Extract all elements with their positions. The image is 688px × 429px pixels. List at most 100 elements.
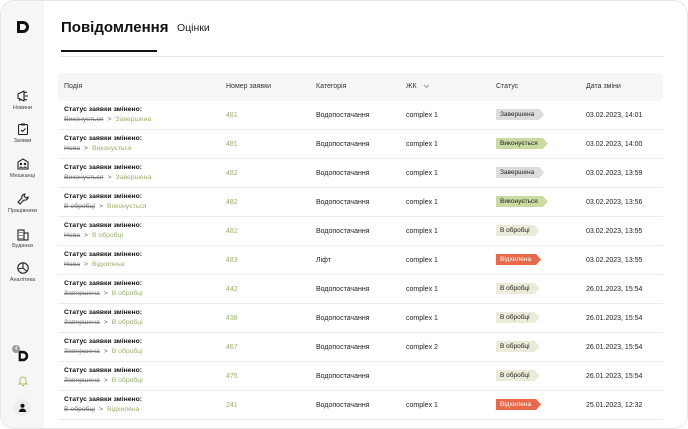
chat-button[interactable]: 4 [1, 345, 44, 363]
table-row[interactable]: Статус заявки змінено: Нова > Відхилена 483 Л… [58, 246, 663, 275]
sidebar-item-buildings[interactable]: Будинки [1, 227, 44, 250]
sidebar-item-analytics[interactable]: Аналітика [1, 261, 44, 284]
request-number-link[interactable]: 482 [226, 170, 238, 177]
zk-cell: complex 1 [406, 112, 438, 119]
notifications-button[interactable] [1, 375, 44, 387]
sidebar-item-workers[interactable]: Працівники [1, 192, 44, 215]
date-cell: 03.02.2023, 13:55 [586, 228, 643, 235]
request-number-link[interactable]: 482 [226, 199, 238, 206]
table-row[interactable]: Статус заявки змінено: Виконується > Заверш… [58, 159, 663, 188]
category-cell: Водопостачання [316, 199, 370, 206]
old-status: Завершена [64, 290, 100, 297]
new-status: Виконується [92, 145, 132, 152]
event-title: Статус заявки змінено: [64, 164, 143, 171]
old-status: Завершена [64, 319, 100, 326]
date-cell: 26.01.2023, 15:54 [586, 315, 643, 322]
status-badge: Відхилена [496, 254, 541, 265]
clipboard-icon [17, 123, 28, 136]
event-title: Статус заявки змінено: [64, 396, 143, 403]
pie-chart-icon [16, 262, 29, 274]
table-row[interactable]: Статус заявки змінено: Завершена > В обробц… [58, 275, 663, 304]
request-number-link[interactable]: 483 [226, 257, 238, 264]
old-status: Нова [64, 145, 81, 152]
arrow-separator: > [84, 145, 88, 152]
sidebar-item-label: Будинки [12, 243, 33, 249]
old-status: Завершена [64, 377, 100, 384]
status-change: Нова > Відхилена [64, 261, 124, 268]
date-cell: 03.02.2023, 14:01 [586, 112, 643, 119]
zk-cell: complex 1 [406, 402, 438, 409]
sidebar: Новини Заявки Мешканці Працівники Будинк… [1, 1, 44, 428]
request-number-link[interactable]: 475 [226, 373, 238, 380]
status-change: Завершена > В обробці [64, 348, 143, 355]
event-title: Статус заявки змінено: [64, 367, 143, 374]
arrow-separator: > [84, 232, 88, 239]
table-row[interactable]: Статус заявки змінено: Нова > В обробці 482 В… [58, 217, 663, 246]
tab-ratings[interactable]: Оцінки [177, 22, 210, 34]
sidebar-item-requests[interactable]: Заявки [1, 122, 44, 145]
category-cell: Водопостачання [316, 228, 370, 235]
event-title: Статус заявки змінено: [64, 338, 143, 345]
tab-notifications[interactable]: Повідомлення [61, 19, 168, 52]
table-row[interactable]: Статус заявки змінено: Завершена > В обробц… [58, 304, 663, 333]
zk-cell: complex 1 [406, 257, 438, 264]
request-number-link[interactable]: 241 [226, 402, 238, 409]
event-title: Статус заявки змінено: [64, 280, 143, 287]
status-badge: Відхилена [496, 399, 541, 410]
category-cell: Водопостачання [316, 170, 370, 177]
status-badge: Виконується [496, 196, 548, 207]
arrow-separator: > [107, 116, 112, 123]
new-status: Виконується [106, 203, 147, 210]
header-zk-label: ЖК [406, 83, 417, 90]
table-row[interactable]: Статус заявки змінено: Нова > Виконується 48… [58, 130, 663, 159]
zk-cell: complex 1 [406, 315, 438, 322]
event-title: Статус заявки змінено: [64, 135, 143, 142]
table-row[interactable]: Статус заявки змінено: Завершена > В обробц… [58, 362, 663, 391]
header-date: Дата зміни [586, 83, 621, 90]
arrow-separator: > [107, 174, 112, 181]
request-number-link[interactable]: 481 [226, 112, 238, 119]
category-cell: Водопостачання [316, 373, 370, 380]
date-cell: 03.02.2023, 13:55 [586, 257, 643, 264]
zk-cell: complex 1 [406, 199, 438, 206]
header-status: Статус [496, 83, 519, 90]
sidebar-item-label: Працівники [8, 208, 37, 214]
request-number-link[interactable]: 482 [226, 228, 238, 235]
event-title: Статус заявки змінено: [64, 309, 143, 316]
table-row[interactable]: Статус заявки змінено: В обробці > Виконуєт… [58, 188, 663, 217]
request-number-link[interactable]: 438 [226, 315, 238, 322]
header-zk[interactable]: ЖК [406, 83, 430, 90]
date-cell: 26.01.2023, 15:54 [586, 373, 643, 380]
arrow-separator: > [103, 348, 108, 355]
user-icon [18, 403, 27, 412]
event-title: Статус заявки змінено: [64, 106, 143, 113]
old-status: Завершена [64, 348, 100, 355]
request-number-link[interactable]: 442 [226, 286, 238, 293]
table-row[interactable]: Статус заявки змінено: Виконується > Заверш… [58, 101, 663, 130]
sidebar-item-news[interactable]: Новини [1, 89, 44, 112]
new-status: В обробці [92, 232, 123, 239]
notifications-table: Подія Номер заявки Категорія ЖК Статус Д… [58, 73, 663, 420]
new-status: Відхилена [92, 261, 125, 268]
zk-cell: complex 1 [406, 228, 438, 235]
category-cell: Ліфт [316, 257, 331, 264]
category-cell: Водопостачання [316, 141, 370, 148]
status-change: Нова > Виконується [64, 145, 132, 152]
zk-cell: complex 1 [406, 286, 438, 293]
old-status: Нова [64, 232, 81, 239]
request-number-link[interactable]: 467 [226, 344, 238, 351]
date-cell: 03.02.2023, 13:59 [586, 170, 643, 177]
arrow-separator: > [103, 319, 108, 326]
table-row[interactable]: Статус заявки змінено: В обробці > Відхилен… [58, 391, 663, 420]
status-badge: В обробці [496, 312, 540, 323]
status-change: Завершена > В обробці [64, 377, 143, 384]
old-status: В обробці [64, 406, 95, 413]
request-number-link[interactable]: 481 [226, 141, 238, 148]
sidebar-item-residents[interactable]: Мешканці [1, 157, 44, 180]
table-row[interactable]: Статус заявки змінено: Завершена > В обробц… [58, 333, 663, 362]
profile-avatar-button[interactable] [14, 399, 31, 416]
new-status: В обробці [111, 290, 143, 297]
category-cell: Водопостачання [316, 112, 370, 119]
status-badge: В обробці [496, 370, 540, 381]
app-window: Новини Заявки Мешканці Працівники Будинк… [0, 0, 688, 429]
